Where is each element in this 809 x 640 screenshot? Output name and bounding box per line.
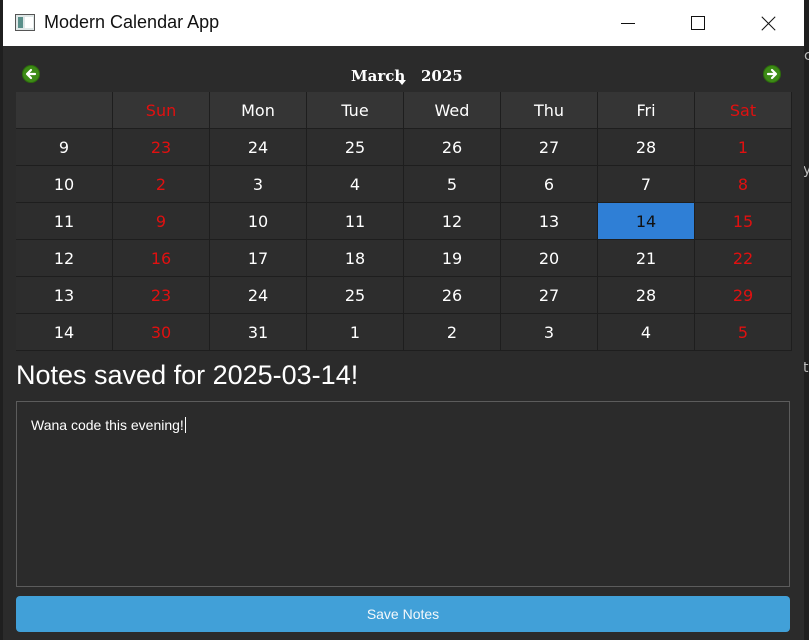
day-cell[interactable]: 31 — [210, 314, 307, 351]
title-bar[interactable]: Modern Calendar App — [3, 0, 804, 46]
day-cell[interactable]: 23 — [113, 129, 210, 166]
day-cell-selected[interactable]: 14 — [598, 203, 695, 240]
weekday-header: Thu — [501, 92, 598, 129]
day-cell[interactable]: 3 — [210, 166, 307, 203]
day-cell[interactable]: 26 — [404, 277, 501, 314]
day-cell[interactable]: 23 — [113, 277, 210, 314]
app-icon — [15, 14, 35, 31]
week-number: 12 — [16, 240, 113, 277]
window-title: Modern Calendar App — [44, 12, 220, 32]
day-cell[interactable]: 17 — [210, 240, 307, 277]
background-fragment: c — [804, 48, 809, 64]
week-number: 13 — [16, 277, 113, 314]
calendar-grid: Sun Mon Tue Wed Thu Fri Sat 9 23 24 25 26 27 28 1 10 2 3 4… — [16, 92, 792, 351]
day-cell[interactable]: 1 — [695, 129, 792, 166]
day-cell[interactable]: 1 — [307, 314, 404, 351]
day-cell[interactable]: 21 — [598, 240, 695, 277]
day-cell[interactable]: 5 — [695, 314, 792, 351]
grid-corner — [16, 92, 113, 129]
day-cell[interactable]: 8 — [695, 166, 792, 203]
arrow-left-icon — [25, 68, 37, 80]
calendar-widget: March 2025 Sun Mon Tue Wed Thu Fri Sat 9 23 24 25 2… — [16, 59, 792, 351]
day-cell[interactable]: 12 — [404, 203, 501, 240]
year-selector[interactable]: 2025 — [421, 67, 463, 85]
day-cell[interactable]: 24 — [210, 129, 307, 166]
weekday-header: Tue — [307, 92, 404, 129]
day-cell[interactable]: 18 — [307, 240, 404, 277]
notes-textarea[interactable]: Wana code this evening! — [16, 401, 790, 587]
notes-heading: Notes saved for 2025-03-14! — [16, 360, 359, 390]
week-number: 10 — [16, 166, 113, 203]
day-cell[interactable]: 25 — [307, 129, 404, 166]
day-cell[interactable]: 9 — [113, 203, 210, 240]
day-cell[interactable]: 2 — [404, 314, 501, 351]
day-cell[interactable]: 11 — [307, 203, 404, 240]
weekday-header: Sat — [695, 92, 792, 129]
day-cell[interactable]: 28 — [598, 277, 695, 314]
day-cell[interactable]: 2 — [113, 166, 210, 203]
arrow-right-icon — [766, 68, 778, 80]
day-cell[interactable]: 22 — [695, 240, 792, 277]
previous-month-button[interactable] — [22, 65, 40, 83]
week-number: 9 — [16, 129, 113, 166]
day-cell[interactable]: 27 — [501, 129, 598, 166]
calendar-navigation: March 2025 — [16, 59, 792, 92]
close-button[interactable] — [745, 0, 791, 46]
day-cell[interactable]: 10 — [210, 203, 307, 240]
day-cell[interactable]: 25 — [307, 277, 404, 314]
day-cell[interactable]: 27 — [501, 277, 598, 314]
notes-content: Wana code this evening! — [31, 417, 184, 433]
day-cell[interactable]: 15 — [695, 203, 792, 240]
day-cell[interactable]: 19 — [404, 240, 501, 277]
next-month-button[interactable] — [763, 65, 781, 83]
day-cell[interactable]: 16 — [113, 240, 210, 277]
day-cell[interactable]: 5 — [404, 166, 501, 203]
chevron-down-icon[interactable] — [398, 80, 406, 85]
day-cell[interactable]: 4 — [598, 314, 695, 351]
save-notes-button[interactable]: Save Notes — [16, 596, 790, 632]
day-cell[interactable]: 29 — [695, 277, 792, 314]
day-cell[interactable]: 7 — [598, 166, 695, 203]
day-cell[interactable]: 24 — [210, 277, 307, 314]
day-cell[interactable]: 30 — [113, 314, 210, 351]
day-cell[interactable]: 20 — [501, 240, 598, 277]
weekday-header: Fri — [598, 92, 695, 129]
weekday-header: Mon — [210, 92, 307, 129]
day-cell[interactable]: 13 — [501, 203, 598, 240]
day-cell[interactable]: 28 — [598, 129, 695, 166]
weekday-header: Sun — [113, 92, 210, 129]
weekday-header: Wed — [404, 92, 501, 129]
week-number: 14 — [16, 314, 113, 351]
day-cell[interactable]: 3 — [501, 314, 598, 351]
day-cell[interactable]: 4 — [307, 166, 404, 203]
day-cell[interactable]: 6 — [501, 166, 598, 203]
maximize-button[interactable] — [675, 0, 721, 46]
week-number: 11 — [16, 203, 113, 240]
app-window: Modern Calendar App March 2025 Sun Mon Tue… — [3, 0, 804, 640]
day-cell[interactable]: 26 — [404, 129, 501, 166]
minimize-button[interactable] — [603, 0, 649, 46]
text-cursor — [184, 417, 186, 433]
